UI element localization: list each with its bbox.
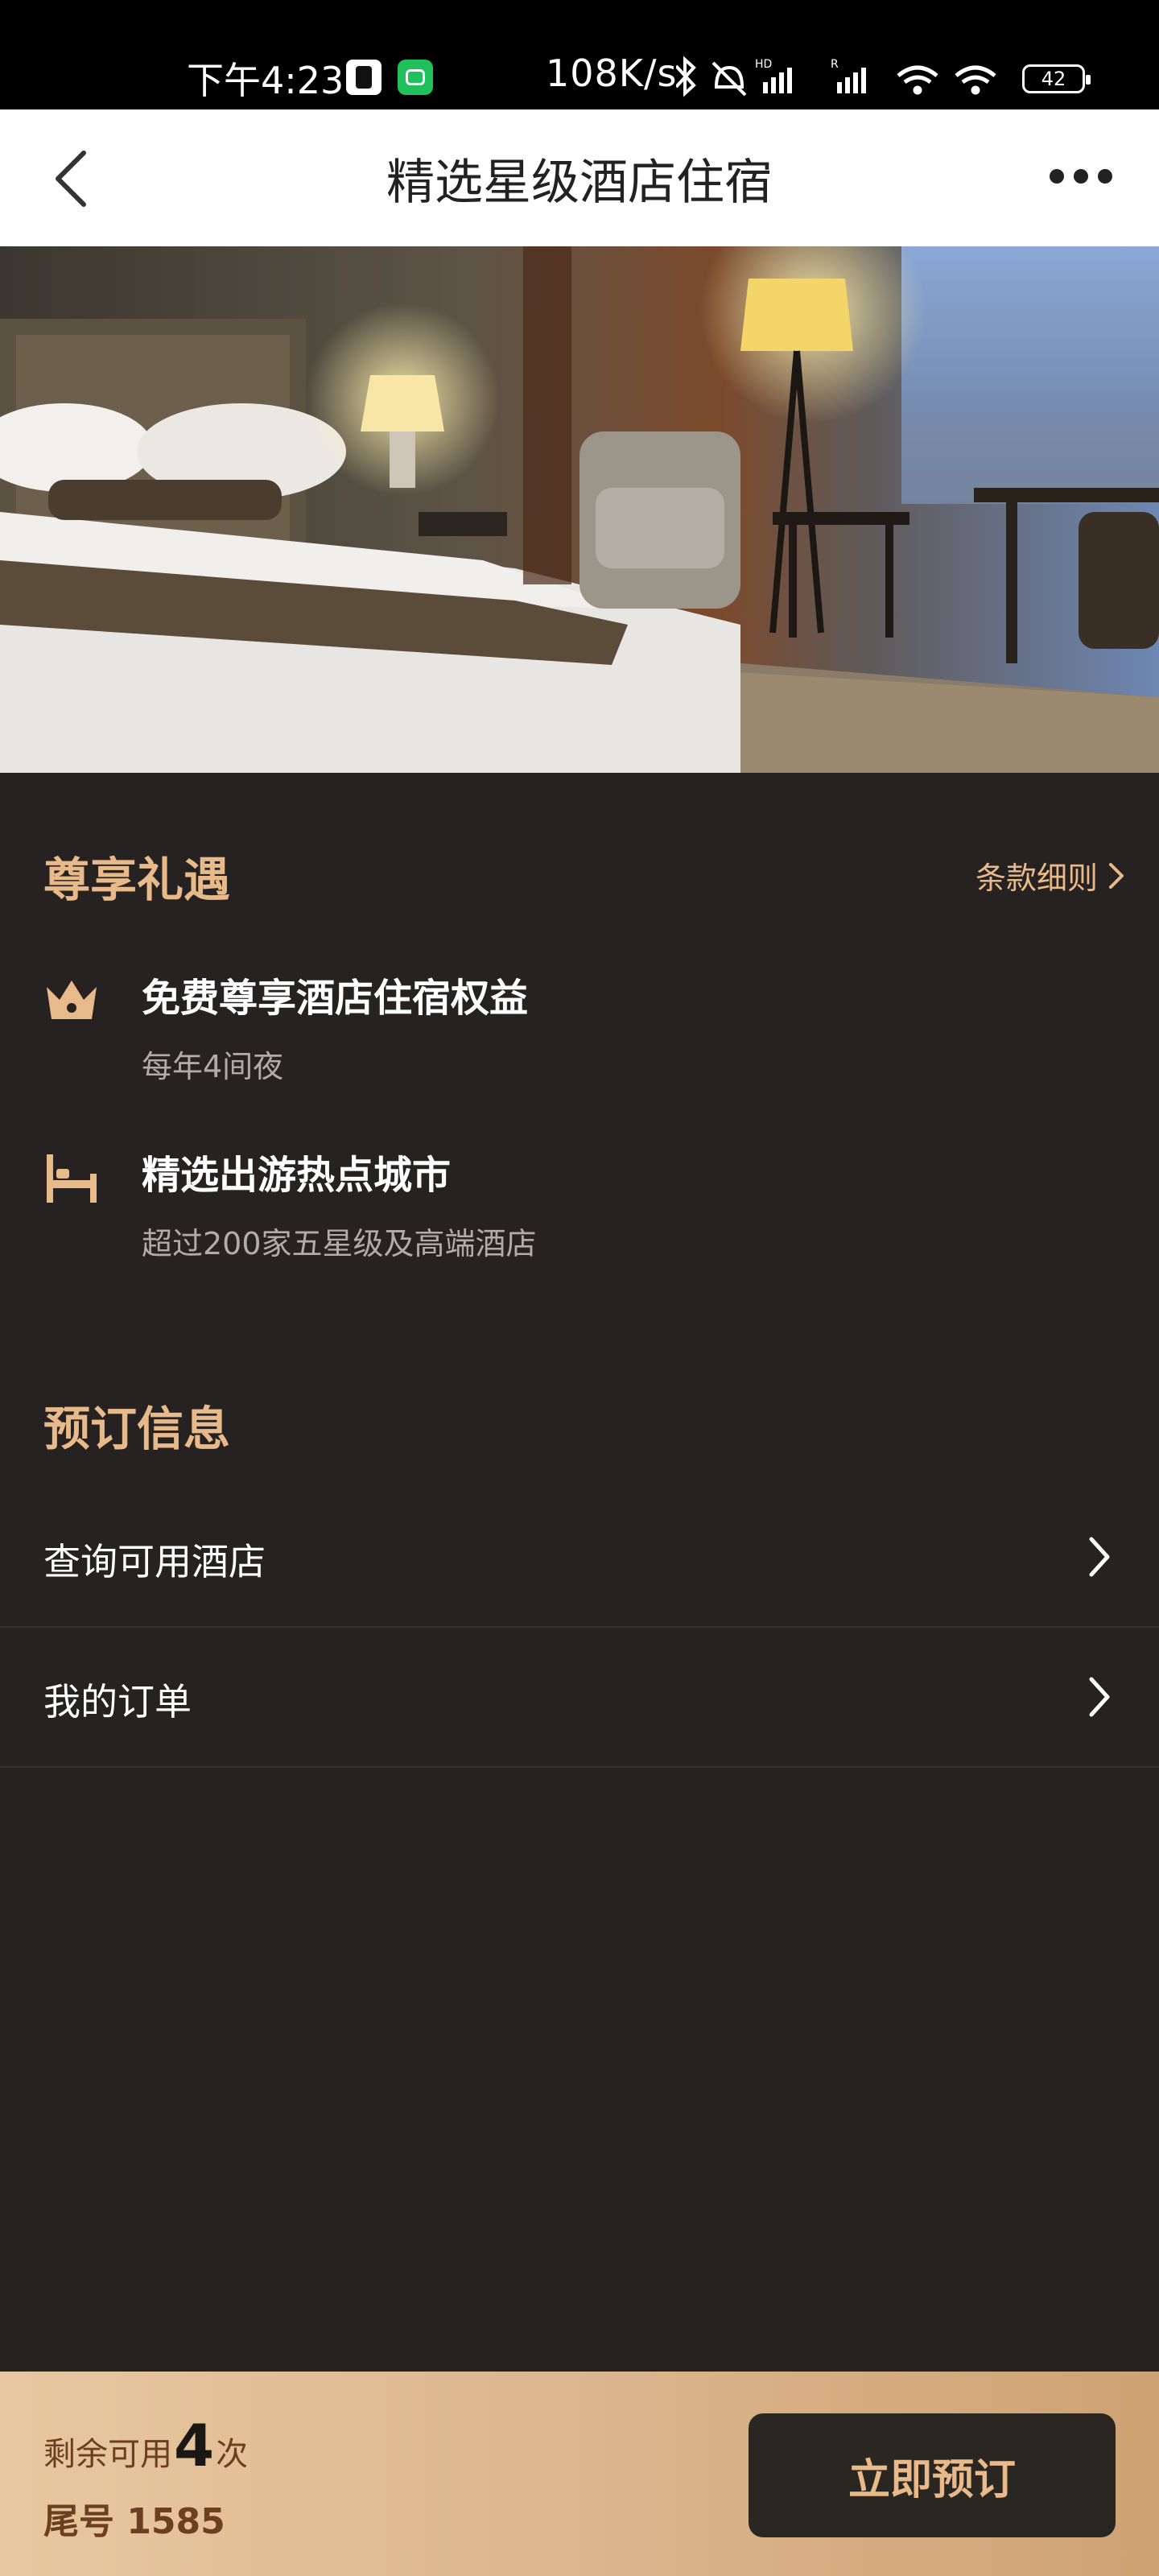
- benefits-section-title: 尊享礼遇: [43, 852, 231, 907]
- more-icon[interactable]: [1046, 158, 1114, 190]
- wifi-icon-2: [955, 65, 996, 95]
- benefit-title-2: 精选出游热点城市: [142, 1153, 452, 1198]
- row-my-orders[interactable]: 我的订单: [0, 1628, 1159, 1768]
- crown-icon: [47, 980, 97, 1019]
- benefit-subtitle-1: 每年4间夜: [142, 1049, 284, 1084]
- status-bar: 下午4:23 108K/s HD R 42: [0, 0, 1159, 109]
- bluetooth-icon: [676, 56, 696, 97]
- status-time: 下午4:23: [187, 59, 344, 102]
- bottom-bar: 剩余可用 4 次 尾号 1585 立即预订: [0, 2372, 1159, 2576]
- book-now-button[interactable]: 立即预订: [749, 2413, 1116, 2537]
- booking-section-title: 预订信息: [43, 1402, 231, 1456]
- terms-label: 条款细则: [975, 861, 1098, 896]
- hotel-room-image: [0, 246, 1159, 773]
- page-title: 精选星级酒店住宿: [386, 155, 773, 211]
- chevron-right-icon: [1089, 1677, 1110, 1717]
- chevron-right-icon: [1109, 862, 1124, 889]
- signal-roaming-icon: R: [831, 58, 866, 93]
- signal-hd-icon: HD: [755, 58, 792, 93]
- benefit-subtitle-2: 超过200家五星级及高端酒店: [142, 1226, 537, 1261]
- wifi-icon: [897, 65, 938, 95]
- mute-icon: [711, 61, 747, 97]
- svg-text:HD: HD: [755, 58, 772, 71]
- remaining-count: 剩余可用 4 次: [43, 2417, 248, 2475]
- wechat-app-icon: [398, 60, 433, 95]
- chevron-right-icon: [1089, 1537, 1110, 1577]
- remain-suffix: 次: [216, 2436, 249, 2473]
- row-query-hotels[interactable]: 查询可用酒店: [0, 1488, 1159, 1628]
- battery-icon: 42: [1022, 64, 1091, 93]
- sim-app-icon: [346, 60, 382, 95]
- remain-prefix: 剩余可用: [43, 2436, 172, 2473]
- bed-icon: [47, 1154, 97, 1203]
- svg-text:R: R: [831, 58, 839, 71]
- benefit-title-1: 免费尊享酒店住宿权益: [142, 976, 529, 1021]
- nav-bar: 精选星级酒店住宿: [0, 109, 1159, 246]
- terms-link[interactable]: 条款细则: [975, 853, 1127, 898]
- card-tail-number: 尾号 1585: [43, 2501, 225, 2542]
- row-label: 我的订单: [43, 1680, 192, 1724]
- network-speed: 108K/s: [546, 52, 678, 95]
- row-label: 查询可用酒店: [43, 1540, 266, 1583]
- remain-number: 4: [174, 2412, 215, 2479]
